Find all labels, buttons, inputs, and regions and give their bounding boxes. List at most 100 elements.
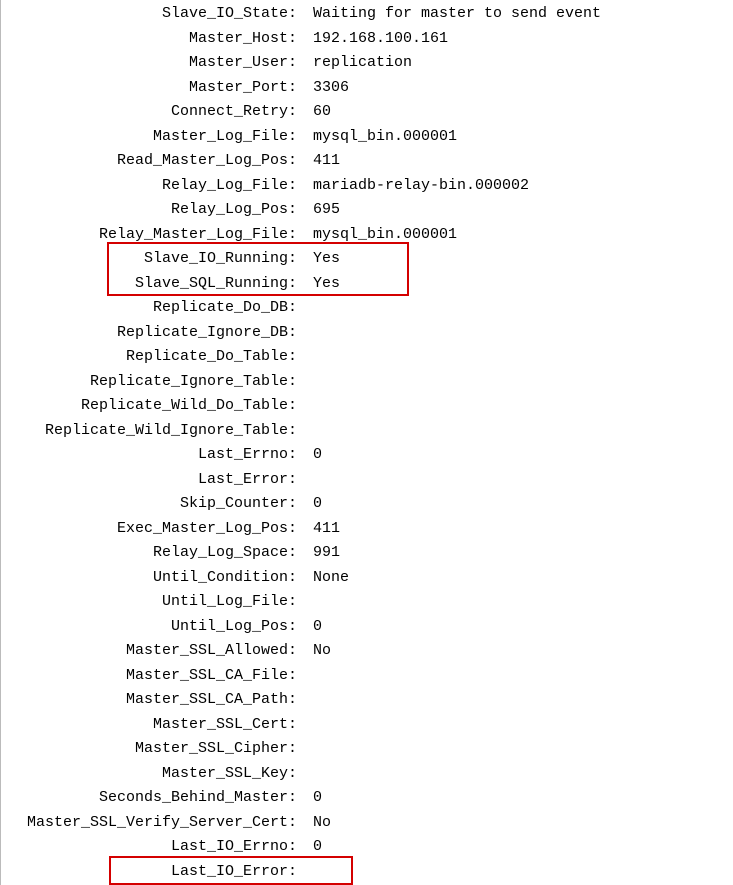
status-value: [303, 688, 313, 713]
status-row: Slave_IO_Running:Yes: [1, 247, 733, 272]
terminal-output: Slave_IO_State:Waiting for master to sen…: [0, 0, 733, 885]
status-value: 411: [303, 517, 340, 542]
status-row: Replicate_Ignore_DB:: [1, 321, 733, 346]
status-label: Until_Condition:: [1, 566, 303, 591]
status-label: Master_SSL_CA_File:: [1, 664, 303, 689]
status-value: 3306: [303, 76, 349, 101]
status-value: [303, 321, 313, 346]
status-row: Master_Host:192.168.100.161: [1, 27, 733, 52]
status-value: [303, 296, 313, 321]
status-row: Master_SSL_CA_File:: [1, 664, 733, 689]
status-row: Master_SSL_CA_Path:: [1, 688, 733, 713]
status-label: Last_IO_Error:: [1, 860, 303, 885]
status-label: Master_Port:: [1, 76, 303, 101]
status-row: Replicate_Ignore_Table:: [1, 370, 733, 395]
status-row: Master_SSL_Verify_Server_Cert:No: [1, 811, 733, 836]
status-value: mysql_bin.000001: [303, 125, 457, 150]
status-value: [303, 394, 313, 419]
status-label: Replicate_Wild_Ignore_Table:: [1, 419, 303, 444]
status-value: 192.168.100.161: [303, 27, 448, 52]
status-row: Master_Port:3306: [1, 76, 733, 101]
status-label: Replicate_Do_DB:: [1, 296, 303, 321]
status-row: Master_SSL_Cipher:: [1, 737, 733, 762]
status-row: Relay_Log_File:mariadb-relay-bin.000002: [1, 174, 733, 199]
status-row: Master_SSL_Key:: [1, 762, 733, 787]
status-value: [303, 860, 313, 885]
status-row: Until_Condition:None: [1, 566, 733, 591]
status-row: Connect_Retry:60: [1, 100, 733, 125]
status-value: [303, 345, 313, 370]
status-label: Master_SSL_CA_Path:: [1, 688, 303, 713]
status-row: Last_IO_Error:: [1, 860, 733, 885]
status-label: Master_Log_File:: [1, 125, 303, 150]
status-label: Master_SSL_Allowed:: [1, 639, 303, 664]
status-row: Master_SSL_Cert:: [1, 713, 733, 738]
status-label: Relay_Log_File:: [1, 174, 303, 199]
status-row: Relay_Log_Space:991: [1, 541, 733, 566]
status-row: Exec_Master_Log_Pos:411: [1, 517, 733, 542]
status-label: Master_Host:: [1, 27, 303, 52]
status-label: Last_IO_Errno:: [1, 835, 303, 860]
status-label: Seconds_Behind_Master:: [1, 786, 303, 811]
status-value: 0: [303, 835, 322, 860]
status-row: Slave_IO_State:Waiting for master to sen…: [1, 2, 733, 27]
status-value: 60: [303, 100, 331, 125]
status-label: Replicate_Ignore_Table:: [1, 370, 303, 395]
status-value: Yes: [303, 272, 340, 297]
status-label: Slave_IO_State:: [1, 2, 303, 27]
status-label: Replicate_Do_Table:: [1, 345, 303, 370]
status-label: Connect_Retry:: [1, 100, 303, 125]
status-value: No: [303, 639, 331, 664]
status-row: Relay_Log_Pos:695: [1, 198, 733, 223]
status-row: Master_SSL_Allowed:No: [1, 639, 733, 664]
status-label: Skip_Counter:: [1, 492, 303, 517]
status-row: Slave_SQL_Running:Yes: [1, 272, 733, 297]
status-value: mariadb-relay-bin.000002: [303, 174, 529, 199]
status-row: Last_Error:: [1, 468, 733, 493]
status-label: Master_SSL_Key:: [1, 762, 303, 787]
status-row: Until_Log_Pos:0: [1, 615, 733, 640]
status-label: Master_SSL_Cert:: [1, 713, 303, 738]
status-value: [303, 737, 313, 762]
status-value: [303, 713, 313, 738]
status-row: Replicate_Wild_Do_Table:: [1, 394, 733, 419]
status-row: Last_Errno:0: [1, 443, 733, 468]
status-row: Replicate_Do_DB:: [1, 296, 733, 321]
status-label: Master_SSL_Cipher:: [1, 737, 303, 762]
status-label: Last_Error:: [1, 468, 303, 493]
status-label: Replicate_Ignore_DB:: [1, 321, 303, 346]
status-row: Replicate_Wild_Ignore_Table:: [1, 419, 733, 444]
status-value: 0: [303, 443, 322, 468]
status-value: 0: [303, 615, 322, 640]
status-label: Until_Log_File:: [1, 590, 303, 615]
status-value: 0: [303, 786, 322, 811]
status-label: Master_User:: [1, 51, 303, 76]
status-row: Read_Master_Log_Pos:411: [1, 149, 733, 174]
status-value: [303, 762, 313, 787]
status-label: Relay_Log_Space:: [1, 541, 303, 566]
status-row: Relay_Master_Log_File:mysql_bin.000001: [1, 223, 733, 248]
status-rows: Slave_IO_State:Waiting for master to sen…: [1, 2, 733, 885]
status-value: Yes: [303, 247, 340, 272]
status-row: Seconds_Behind_Master:0: [1, 786, 733, 811]
status-value: 991: [303, 541, 340, 566]
status-label: Slave_SQL_Running:: [1, 272, 303, 297]
status-value: None: [303, 566, 349, 591]
status-value: No: [303, 811, 331, 836]
status-label: Last_Errno:: [1, 443, 303, 468]
status-label: Read_Master_Log_Pos:: [1, 149, 303, 174]
status-value: 695: [303, 198, 340, 223]
status-row: Replicate_Do_Table:: [1, 345, 733, 370]
status-label: Relay_Master_Log_File:: [1, 223, 303, 248]
status-label: Exec_Master_Log_Pos:: [1, 517, 303, 542]
status-value: [303, 590, 313, 615]
status-label: Until_Log_Pos:: [1, 615, 303, 640]
status-label: Slave_IO_Running:: [1, 247, 303, 272]
status-row: Last_IO_Errno:0: [1, 835, 733, 860]
status-value: [303, 468, 313, 493]
status-label: Replicate_Wild_Do_Table:: [1, 394, 303, 419]
status-value: [303, 370, 313, 395]
status-value: Waiting for master to send event: [303, 2, 601, 27]
status-row: Master_Log_File:mysql_bin.000001: [1, 125, 733, 150]
status-row: Skip_Counter:0: [1, 492, 733, 517]
